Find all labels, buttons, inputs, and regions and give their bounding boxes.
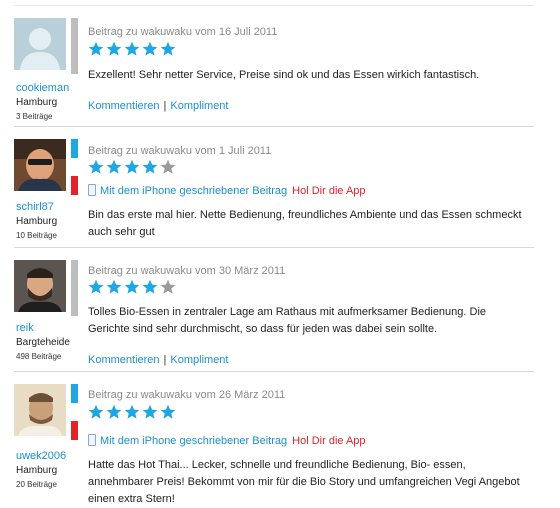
avatar[interactable] (14, 384, 66, 436)
star-filled-icon (88, 279, 104, 295)
review-text: Tolles Bio-Essen in zentraler Lage am Ra… (88, 306, 487, 335)
review-count: 20 Beiträge (16, 480, 57, 489)
star-filled-icon (142, 404, 158, 420)
review-count: 3 Beiträge (16, 112, 53, 121)
star-empty-icon (160, 159, 176, 175)
star-filled-icon (124, 279, 140, 295)
star-filled-icon (160, 41, 176, 57)
review-status-bar (71, 18, 78, 74)
star-rating (88, 159, 178, 177)
comment-link[interactable]: Kommentieren (88, 100, 160, 112)
get-app-link[interactable]: Hol Dir die App (292, 185, 365, 197)
review-actions: Kommentieren | Kompliment (88, 100, 228, 112)
get-app-link[interactable]: Hol Dir die App (292, 435, 365, 447)
user-city: Hamburg (16, 465, 58, 476)
user-city: Hamburg (16, 216, 58, 227)
comment-link[interactable]: Kommentieren (88, 354, 160, 366)
review-status-bar (71, 139, 78, 195)
review-status-bar (71, 384, 78, 440)
review-item: schirl87 Hamburg 10 Beiträge Beitrag zu … (14, 127, 534, 248)
star-filled-icon (106, 159, 122, 175)
username-link[interactable]: cookieman (16, 82, 69, 94)
review-status-bar (71, 260, 78, 316)
user-city: Hamburg (16, 97, 58, 108)
compliment-link[interactable]: Kompliment (170, 354, 228, 366)
review-count: 498 Beiträge (16, 352, 62, 361)
review-meta: Beitrag zu wakuwaku vom 30 März 2011 (88, 265, 286, 277)
star-filled-icon (106, 279, 122, 295)
review-item: reik Bargteheide 498 Beiträge Beitrag zu… (14, 248, 534, 372)
star-filled-icon (106, 41, 122, 57)
compliment-link[interactable]: Kompliment (170, 100, 228, 112)
review-meta: Beitrag zu wakuwaku vom 16 Juli 2011 (88, 26, 278, 38)
star-filled-icon (124, 404, 140, 420)
username-link[interactable]: schirl87 (16, 201, 54, 213)
review-text: Hatte das Hot Thai... Lecker, schnelle u… (88, 459, 520, 505)
action-separator: | (163, 100, 167, 112)
star-filled-icon (124, 159, 140, 175)
user-city: Bargteheide (16, 337, 70, 348)
review-text: Bin das erste mal hier. Nette Bedienung,… (88, 209, 522, 238)
phone-icon (88, 434, 96, 446)
star-filled-icon (88, 159, 104, 175)
avatar[interactable] (14, 18, 66, 70)
review-item: uwek2006 Hamburg 20 Beiträge Beitrag zu … (14, 372, 534, 505)
star-filled-icon (160, 404, 176, 420)
review-actions: Kommentieren | Kompliment (88, 354, 228, 366)
star-rating (88, 41, 178, 59)
iphone-badge: Mit dem iPhone geschriebener Beitrag Hol… (88, 184, 366, 197)
star-empty-icon (160, 279, 176, 295)
star-filled-icon (142, 41, 158, 57)
action-separator: | (163, 354, 167, 366)
username-link[interactable]: reik (16, 322, 34, 334)
star-filled-icon (142, 159, 158, 175)
review-count: 10 Beiträge (16, 231, 57, 240)
star-filled-icon (88, 404, 104, 420)
star-filled-icon (142, 279, 158, 295)
review-meta: Beitrag zu wakuwaku vom 26 März 2011 (88, 389, 286, 401)
star-rating (88, 279, 178, 297)
iphone-badge: Mit dem iPhone geschriebener Beitrag Hol… (88, 434, 366, 447)
avatar[interactable] (14, 260, 66, 312)
star-filled-icon (88, 41, 104, 57)
avatar[interactable] (14, 139, 66, 191)
star-filled-icon (124, 41, 140, 57)
username-link[interactable]: uwek2006 (16, 450, 66, 462)
iphone-text: Mit dem iPhone geschriebener Beitrag (100, 185, 288, 197)
review-item: cookieman Hamburg 3 Beiträge Beitrag zu … (14, 6, 534, 127)
review-text: Exzellent! Sehr netter Service, Preise s… (88, 69, 480, 81)
phone-icon (88, 184, 96, 196)
iphone-text: Mit dem iPhone geschriebener Beitrag (100, 435, 288, 447)
review-meta: Beitrag zu wakuwaku vom 1 Juli 2011 (88, 145, 272, 157)
star-rating (88, 404, 178, 422)
star-filled-icon (106, 404, 122, 420)
